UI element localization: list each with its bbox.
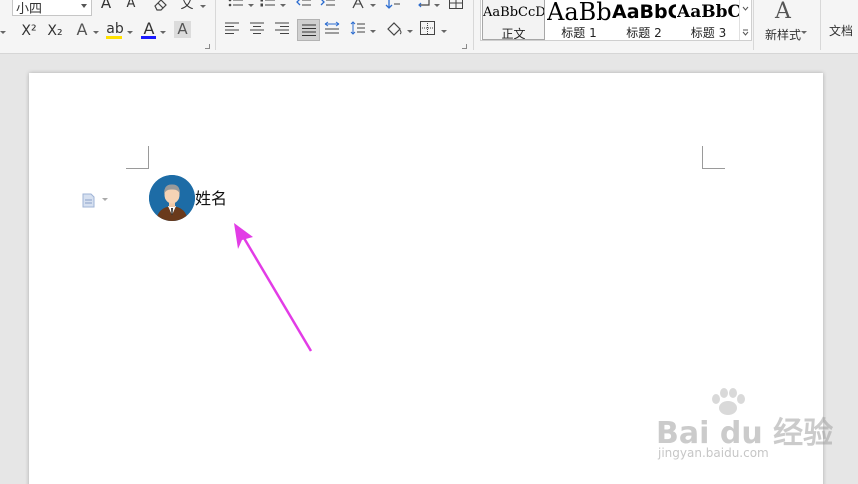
font-size-select[interactable]: 小四 <box>12 0 92 17</box>
align-center-icon <box>250 22 264 34</box>
align-left-icon <box>225 22 239 34</box>
watermark-url: jingyan.baidu.com <box>658 446 769 460</box>
chevron-down-icon <box>407 30 413 33</box>
phonetic-guide-button[interactable]: 文 <box>178 0 196 12</box>
group-divider <box>215 0 216 50</box>
numbered-list-icon <box>260 0 275 7</box>
group-divider <box>473 0 474 50</box>
paragraph-handle[interactable] <box>82 192 112 208</box>
margin-corner-top-right <box>702 146 725 169</box>
line-spacing-icon <box>350 21 365 35</box>
annotation-arrow <box>234 223 313 352</box>
chevron-down-icon <box>248 4 254 7</box>
font-size-value: 小四 <box>16 2 43 17</box>
paragraph-mark-icon <box>418 0 430 8</box>
distribute-icon <box>324 21 340 34</box>
group-divider <box>820 0 821 50</box>
chinese-layout-icon <box>352 0 364 9</box>
bullet-list-button[interactable] <box>226 0 246 9</box>
person-avatar-icon <box>149 175 195 221</box>
decrease-indent-button[interactable] <box>296 0 312 9</box>
line-spacing-button[interactable] <box>350 21 368 37</box>
chevron-down-icon <box>370 4 376 7</box>
indent-icon <box>320 0 335 6</box>
chevron-down-icon <box>0 31 6 34</box>
increase-indent-button[interactable] <box>320 0 336 9</box>
sort-button[interactable] <box>384 0 402 10</box>
group-divider <box>753 0 754 50</box>
highlight-color-bar <box>106 36 122 39</box>
gallery-scrollbar[interactable] <box>739 0 751 40</box>
chevron-down-icon <box>127 31 133 34</box>
sort-icon <box>385 0 400 9</box>
bullet-list-icon <box>228 0 243 7</box>
align-justify-icon <box>301 24 316 36</box>
shrink-font-button[interactable]: A <box>124 0 138 10</box>
chinese-layout-button[interactable] <box>350 0 366 10</box>
font-color-bar <box>141 36 156 39</box>
name-text[interactable]: 姓名 <box>195 189 227 209</box>
chevron-down-icon <box>280 4 286 7</box>
margin-corner-top-left <box>126 146 149 169</box>
clear-format-button[interactable] <box>152 0 170 12</box>
paragraph-dialog-launcher[interactable] <box>462 44 467 49</box>
show-marks-button[interactable] <box>414 0 432 10</box>
chevron-down-icon <box>160 31 166 34</box>
paint-bucket-icon <box>387 22 402 36</box>
new-style-button[interactable]: A 新样式 <box>760 0 806 46</box>
styles-gallery: AaBbCcDd 正文 AaBb 标题 1 AaBbC 标题 2 AaBbCc … <box>480 0 752 41</box>
style-heading-3[interactable]: AaBbCc 标题 3 <box>677 0 740 40</box>
new-style-icon: A <box>775 0 791 24</box>
chevron-down-icon <box>801 31 807 34</box>
style-heading-1[interactable]: AaBb 标题 1 <box>547 0 611 40</box>
text-effect-button[interactable]: A <box>73 21 91 39</box>
align-right-icon <box>275 22 289 34</box>
border-icon <box>420 21 435 35</box>
style-normal[interactable]: AaBbCcDd 正文 <box>482 0 545 40</box>
font-dialog-launcher[interactable] <box>205 44 210 49</box>
numbered-list-button[interactable] <box>258 0 278 9</box>
distributed-align-button[interactable] <box>324 21 342 37</box>
avatar-image[interactable] <box>149 175 195 221</box>
outdent-icon <box>296 0 311 6</box>
char-shading-button[interactable]: A <box>174 21 191 38</box>
chevron-down-icon <box>81 4 87 8</box>
shading-button[interactable] <box>385 21 405 38</box>
table-tools-button[interactable] <box>448 0 464 10</box>
ribbon-toolbar: 小四 A A 文 X² X₂ A ab A A AaBbCc 正文 AaBb 标… <box>0 0 858 54</box>
chevron-down-icon <box>441 30 447 33</box>
watermark: Bai du 经验 jingyan.baidu.com <box>656 388 833 468</box>
gallery-scroll-arrows-icon <box>742 6 749 36</box>
align-right-button[interactable] <box>274 21 292 37</box>
eraser-icon <box>154 0 167 11</box>
doc-assistant-button[interactable]: 文档 <box>829 24 858 38</box>
chevron-down-icon <box>370 30 376 33</box>
font-color-button[interactable]: A <box>141 20 157 37</box>
chevron-down-icon <box>434 4 440 7</box>
borders-button[interactable] <box>420 21 437 37</box>
superscript-button[interactable]: X² <box>19 22 39 40</box>
grow-font-button[interactable]: A <box>98 0 114 10</box>
document-icon <box>82 193 108 208</box>
chevron-down-icon <box>93 31 99 34</box>
subscript-button[interactable]: X₂ <box>45 22 65 40</box>
justify-button[interactable] <box>297 19 320 41</box>
document-page[interactable]: 姓名 Bai du 经验 jingyan.baidu.com <box>29 73 833 484</box>
align-center-button[interactable] <box>249 21 267 37</box>
chevron-down-icon <box>200 5 206 8</box>
align-left-button[interactable] <box>224 21 242 37</box>
style-heading-2[interactable]: AaBbC 标题 2 <box>612 0 676 40</box>
grid-icon <box>449 0 463 9</box>
